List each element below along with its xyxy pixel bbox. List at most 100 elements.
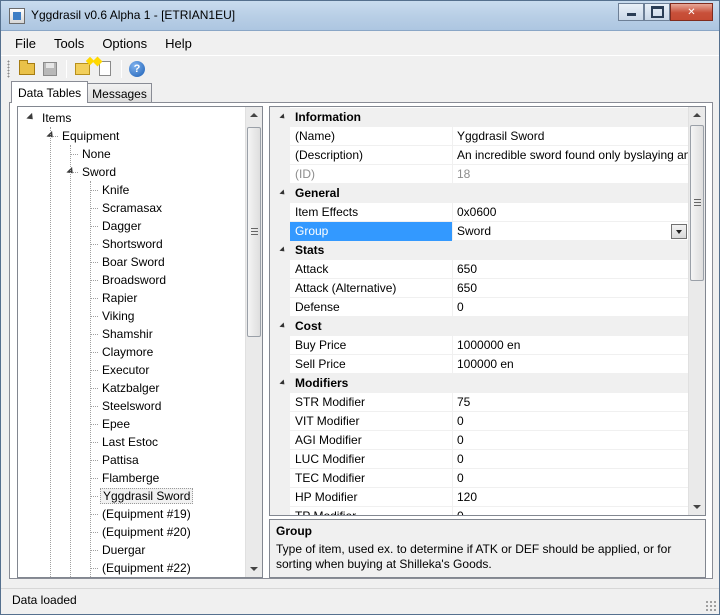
property-value[interactable]: An incredible sword found only byslaying… [454,146,690,165]
help-button[interactable]: ? [126,58,148,80]
property-row[interactable]: Defense 0 [270,298,690,317]
tab-data-tables[interactable]: Data Tables [11,81,89,103]
property-value[interactable]: 0 [454,450,690,469]
tree-node[interactable]: (Equipment #20) [100,523,193,541]
property-row[interactable]: HP Modifier 120 [270,488,690,507]
property-row[interactable]: Buy Price 1000000 en [270,336,690,355]
tab-messages[interactable]: Messages [87,83,152,103]
property-row[interactable]: Sell Price 100000 en [270,355,690,374]
property-value[interactable]: 100000 en [454,355,690,374]
property-row[interactable]: TP Modifier 0 [270,507,690,515]
menu-help[interactable]: Help [165,36,192,51]
item-tree[interactable]: Items Equipment None Sword Knife Scramasax Dag… [17,106,263,578]
expand-arrow-icon[interactable] [46,130,56,141]
tree-node[interactable]: Scramasax [100,199,164,217]
tree-node[interactable]: (Equipment #19) [100,505,193,523]
tree-scroll-thumb[interactable] [247,127,261,337]
collapse-arrow-icon[interactable] [279,379,287,387]
property-category[interactable]: General [270,184,690,203]
tree-node[interactable]: (Equipment #22) [100,559,193,577]
property-scrollbar[interactable] [688,107,705,515]
scroll-down-arrow-icon[interactable] [250,567,258,571]
tree-node[interactable]: Yggdrasil Sword [100,487,194,505]
property-row[interactable]: Item Effects 0x0600 [270,203,690,222]
dropdown-arrow-icon[interactable] [671,224,687,239]
collapse-arrow-icon[interactable] [279,322,287,330]
tree-node[interactable]: Last Estoc [100,433,160,451]
tree-node[interactable]: Shortsword [100,235,165,253]
property-row[interactable]: Group Sword [270,222,690,241]
property-name[interactable]: VIT Modifier [290,412,453,431]
property-row[interactable]: LUC Modifier 0 [270,450,690,469]
menu-tools[interactable]: Tools [54,36,84,51]
tree-node[interactable]: Katzbalger [100,379,161,397]
menu-file[interactable]: File [15,36,36,51]
property-name[interactable]: HP Modifier [290,488,453,507]
property-name[interactable]: Item Effects [290,203,453,222]
property-category[interactable]: Information [270,108,690,127]
tree-node[interactable]: Knife [100,181,131,199]
property-name[interactable]: (ID) [290,165,453,184]
property-row[interactable]: (ID) 18 [270,165,690,184]
property-value[interactable]: 650 [454,260,690,279]
open-directory-button[interactable] [71,58,93,80]
collapse-arrow-icon[interactable] [279,113,287,121]
property-value[interactable]: 0 [454,507,690,515]
property-grid[interactable]: Information (Name) Yggdrasil Sword (Descrip… [269,106,706,516]
property-name[interactable]: Sell Price [290,355,453,374]
property-name[interactable]: (Description) [290,146,453,165]
close-button[interactable]: ✕ [670,3,713,21]
tree-node[interactable]: Steelsword [100,397,163,415]
property-name[interactable]: Group [290,222,453,241]
property-row[interactable]: VIT Modifier 0 [270,412,690,431]
property-row[interactable]: AGI Modifier 0 [270,431,690,450]
tree-node[interactable]: Equipment [60,127,121,145]
collapse-arrow-icon[interactable] [279,189,287,197]
menu-options[interactable]: Options [102,36,147,51]
property-value[interactable]: 0x0600 [454,203,690,222]
property-row[interactable]: Attack 650 [270,260,690,279]
property-name[interactable]: Defense [290,298,453,317]
property-value[interactable]: Yggdrasil Sword [454,127,690,146]
tree-node[interactable]: Claymore [100,343,155,361]
property-value[interactable]: 120 [454,488,690,507]
property-name[interactable]: Attack [290,260,453,279]
property-name[interactable]: LUC Modifier [290,450,453,469]
property-name[interactable]: Buy Price [290,336,453,355]
expand-arrow-icon[interactable] [26,112,36,123]
property-value[interactable]: 650 [454,279,690,298]
property-value[interactable]: 0 [454,469,690,488]
property-name[interactable]: Attack (Alternative) [290,279,453,298]
open-button[interactable] [16,58,38,80]
property-name[interactable]: STR Modifier [290,393,453,412]
save-button[interactable] [39,58,61,80]
new-file-button[interactable] [94,58,116,80]
tree-node[interactable]: Sword [80,163,118,181]
expand-arrow-icon[interactable] [66,166,76,177]
property-row[interactable]: (Description) An incredible sword found o… [270,146,690,165]
title-bar[interactable]: Yggdrasil v0.6 Alpha 1 - [ETRIAN1EU] ✕ [1,1,719,31]
property-value[interactable]: 18 [454,165,690,184]
tree-node[interactable]: Items [40,109,73,127]
tree-node[interactable]: Pattisa [100,451,141,469]
property-row[interactable]: Attack (Alternative) 650 [270,279,690,298]
property-category[interactable]: Modifiers [270,374,690,393]
property-scroll-thumb[interactable] [690,125,704,281]
property-name[interactable]: (Name) [290,127,453,146]
property-row[interactable]: (Name) Yggdrasil Sword [270,127,690,146]
maximize-button[interactable] [644,3,670,21]
scroll-up-arrow-icon[interactable] [693,113,701,117]
property-category[interactable]: Cost [270,317,690,336]
tree-node[interactable]: None [80,145,113,163]
scroll-down-arrow-icon[interactable] [693,505,701,509]
resize-grip-icon[interactable] [705,600,717,612]
collapse-arrow-icon[interactable] [279,246,287,254]
property-row[interactable]: TEC Modifier 0 [270,469,690,488]
tree-node[interactable]: Viking [100,307,136,325]
tree-node[interactable]: Boar Sword [100,253,167,271]
property-row[interactable]: STR Modifier 75 [270,393,690,412]
property-value[interactable]: 75 [454,393,690,412]
tree-node[interactable]: Rapier [100,289,139,307]
property-category[interactable]: Stats [270,241,690,260]
property-name[interactable]: TP Modifier [290,507,453,515]
